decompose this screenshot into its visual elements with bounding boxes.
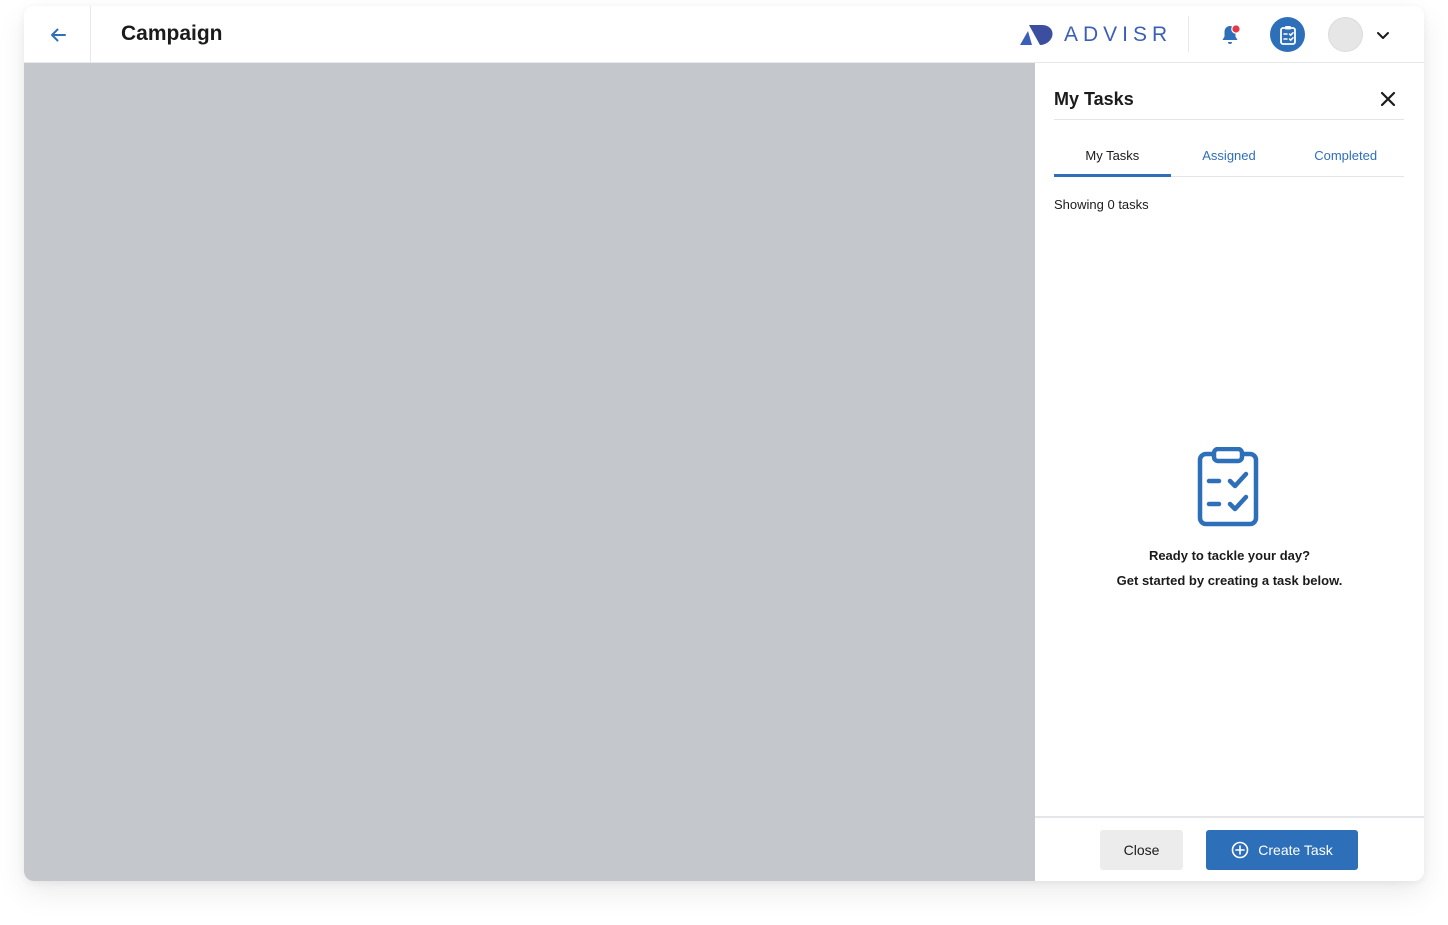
panel-title: My Tasks xyxy=(1054,89,1134,109)
arrow-left-icon xyxy=(51,28,66,42)
panel-header: My Tasks xyxy=(1054,63,1404,120)
empty-state-heading: Ready to tackle your day? xyxy=(1148,548,1311,563)
empty-state-message: Get started by creating a task below. xyxy=(1116,573,1343,588)
header-divider-right xyxy=(1188,16,1189,52)
tab-completed[interactable]: Completed xyxy=(1287,141,1404,177)
avatar[interactable] xyxy=(1328,17,1363,52)
top-bar: Campaign ADVISR xyxy=(24,6,1424,63)
close-icon[interactable] xyxy=(1378,89,1398,109)
create-task-label: Create Task xyxy=(1258,842,1333,858)
tasks-button[interactable] xyxy=(1270,17,1305,52)
app-window: Campaign ADVISR My Tasks My Tasks Assign… xyxy=(24,6,1424,881)
header-divider xyxy=(90,6,91,63)
task-tabs: My Tasks Assigned Completed xyxy=(1054,141,1404,177)
page-overlay[interactable] xyxy=(24,63,1035,881)
create-task-button[interactable]: Create Task xyxy=(1206,830,1358,870)
back-button[interactable] xyxy=(42,20,74,50)
panel-footer: Close Create Task xyxy=(1035,816,1424,881)
clipboard-check-icon xyxy=(1197,447,1259,527)
chevron-down-icon[interactable] xyxy=(1374,26,1392,44)
bell-icon xyxy=(1222,24,1241,44)
tab-my-tasks[interactable]: My Tasks xyxy=(1054,141,1171,177)
page-title: Campaign xyxy=(121,22,223,45)
tab-assigned[interactable]: Assigned xyxy=(1171,141,1288,177)
plus-circle-icon xyxy=(1231,841,1249,859)
clipboard-icon xyxy=(1279,25,1296,45)
tasks-panel: My Tasks My Tasks Assigned Completed Sho… xyxy=(1035,63,1424,881)
close-button[interactable]: Close xyxy=(1100,830,1183,870)
brand-name: ADVISR xyxy=(1064,23,1173,46)
notifications-button[interactable] xyxy=(1216,20,1244,50)
advisr-logo-mark xyxy=(1020,25,1053,45)
notification-dot xyxy=(1231,24,1241,34)
task-count: Showing 0 tasks xyxy=(1054,197,1149,212)
brand-logo: ADVISR xyxy=(1020,20,1172,50)
